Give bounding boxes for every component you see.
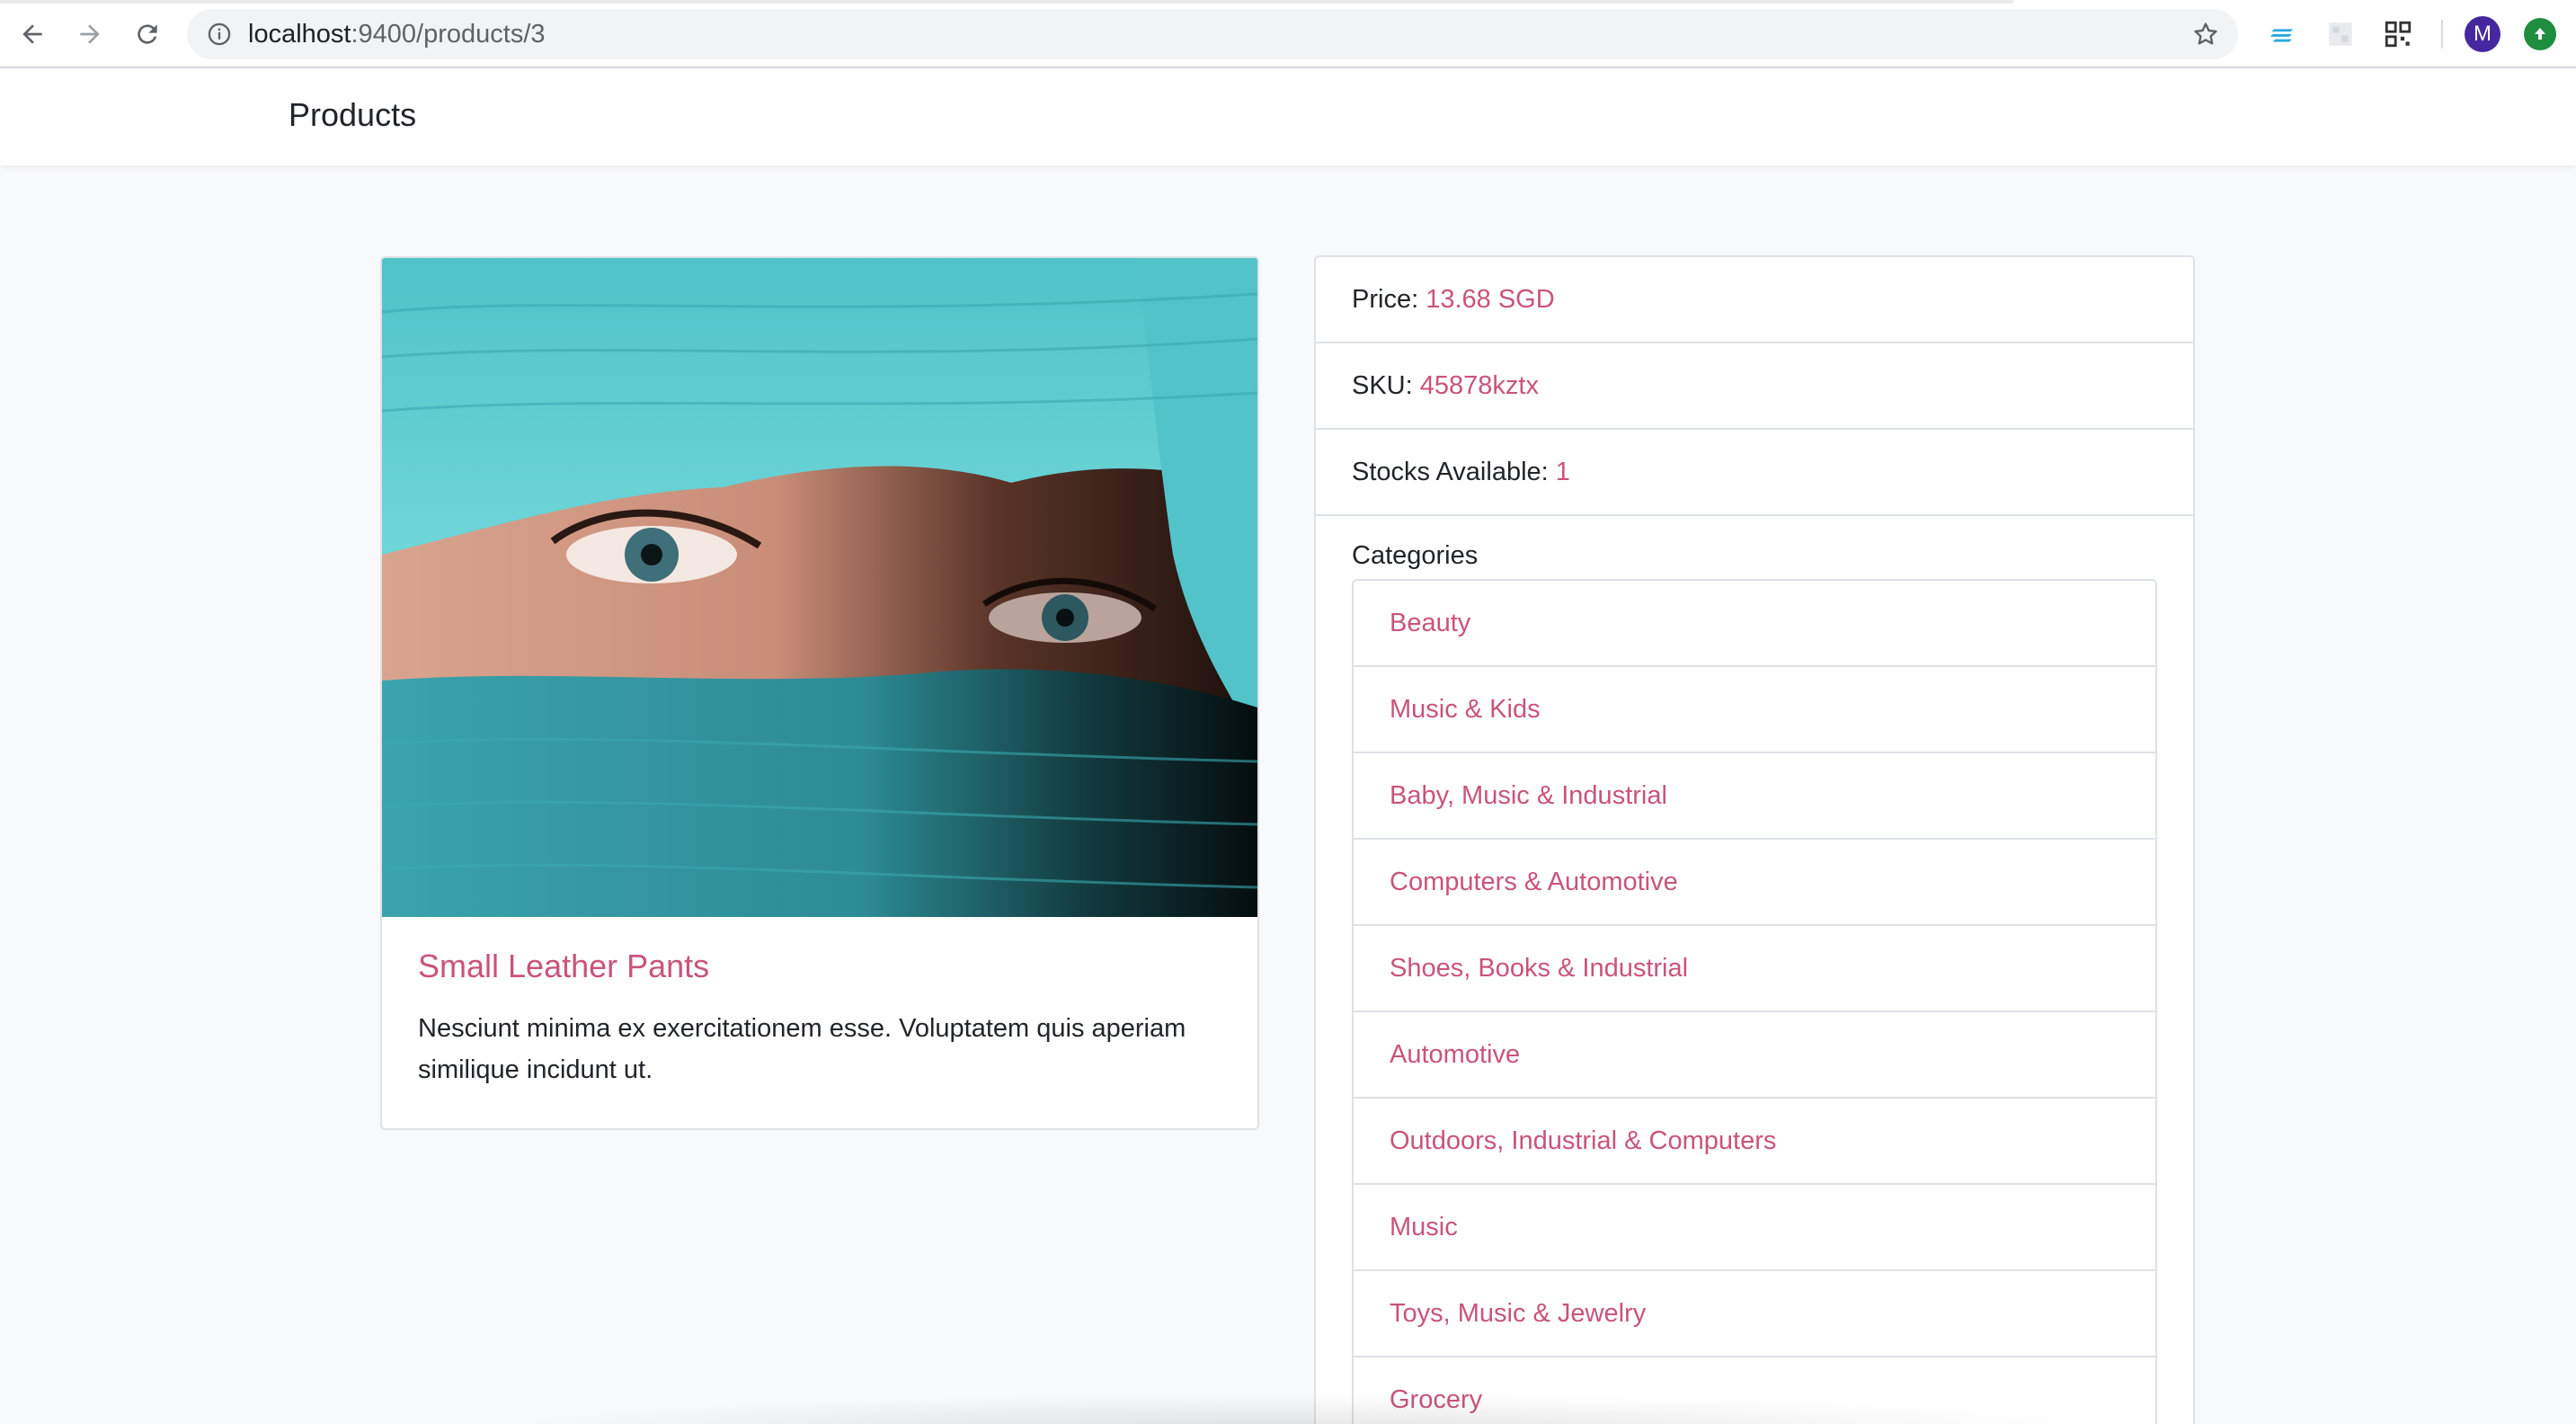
category-link[interactable]: Music bbox=[1354, 1185, 2155, 1271]
category-link[interactable]: Computers & Automotive bbox=[1354, 840, 2155, 926]
price-label: Price: bbox=[1352, 285, 1426, 314]
address-bar[interactable]: localhost:9400/products/3 bbox=[187, 9, 2238, 59]
bookmark-star-icon[interactable] bbox=[2191, 20, 2220, 49]
navbar-brand-link[interactable]: Products bbox=[289, 95, 416, 135]
price-row: Price: 13.68 SGD bbox=[1316, 257, 2193, 343]
url-text: localhost:9400/products/3 bbox=[248, 21, 546, 48]
categories-heading: Categories bbox=[1352, 541, 1479, 570]
category-link[interactable]: Outdoors, Industrial & Computers bbox=[1354, 1099, 2155, 1185]
product-card: Small Leather Pants Nesciunt minima ex e… bbox=[380, 256, 1259, 1130]
category-link[interactable]: Toys, Music & Jewelry bbox=[1354, 1271, 2155, 1357]
browser-toolbar: localhost:9400/products/3 M bbox=[0, 0, 2576, 68]
stock-value: 1 bbox=[1555, 458, 1570, 486]
sku-label: SKU: bbox=[1352, 371, 1420, 400]
bottom-shadow bbox=[467, 1393, 2121, 1424]
category-link[interactable]: Shoes, Books & Industrial bbox=[1354, 926, 2155, 1012]
qr-code-icon[interactable] bbox=[2382, 18, 2414, 50]
stock-label: Stocks Available: bbox=[1352, 458, 1556, 486]
category-link[interactable]: Music & Kids bbox=[1354, 667, 2155, 753]
product-card-body: Small Leather Pants Nesciunt minima ex e… bbox=[418, 947, 1227, 1090]
stock-row: Stocks Available: 1 bbox=[1316, 430, 2193, 516]
categories-section: Categories Beauty Music & Kids Baby, Mus… bbox=[1316, 516, 2193, 1424]
update-icon[interactable] bbox=[2524, 18, 2556, 50]
reload-icon[interactable] bbox=[129, 16, 165, 52]
forward-arrow-icon[interactable] bbox=[72, 16, 108, 52]
url-host: localhost bbox=[248, 20, 351, 49]
toolbar-separator bbox=[2441, 20, 2443, 49]
sku-value: 45878kztx bbox=[1419, 371, 1539, 400]
category-link[interactable]: Beauty bbox=[1354, 581, 2155, 667]
category-link[interactable]: Baby, Music & Industrial bbox=[1354, 753, 2155, 840]
extension-icon[interactable] bbox=[2324, 18, 2357, 50]
app-navbar: Products bbox=[0, 68, 2576, 165]
category-link[interactable]: Automotive bbox=[1354, 1012, 2155, 1099]
page-load-bar bbox=[0, 0, 2013, 4]
price-value: 13.68 SGD bbox=[1426, 285, 1555, 314]
categories-list: Beauty Music & Kids Baby, Music & Indust… bbox=[1352, 579, 2157, 1424]
product-title: Small Leather Pants bbox=[418, 948, 710, 984]
profile-avatar[interactable]: M bbox=[2465, 16, 2500, 52]
extension-icon[interactable] bbox=[2267, 18, 2299, 50]
product-details-list: Price: 13.68 SGD SKU: 45878kztx Stocks A… bbox=[1314, 255, 2195, 1424]
product-image bbox=[382, 258, 1257, 917]
back-arrow-icon[interactable] bbox=[14, 16, 50, 52]
info-icon[interactable] bbox=[207, 22, 232, 47]
url-path: :9400/products/3 bbox=[351, 20, 546, 49]
product-description: Nesciunt minima ex exercitationem esse. … bbox=[418, 1014, 1186, 1084]
sku-row: SKU: 45878kztx bbox=[1316, 343, 2193, 430]
